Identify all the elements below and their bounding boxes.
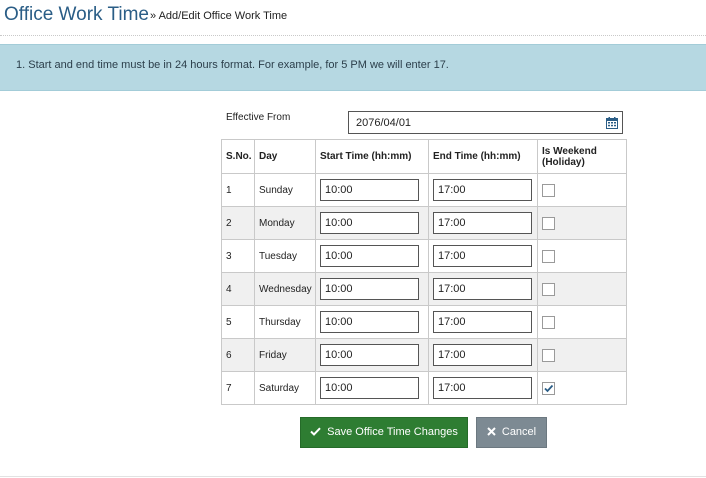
check-icon xyxy=(310,427,321,439)
row-sno: 7 xyxy=(221,371,255,405)
calendar-icon[interactable] xyxy=(606,116,618,129)
table-row: 6 Friday xyxy=(221,338,627,372)
info-alert: 1. Start and end time must be in 24 hour… xyxy=(0,44,706,91)
row-sno: 3 xyxy=(221,239,255,273)
end-time-input[interactable] xyxy=(433,311,532,333)
table-row: 2 Monday xyxy=(221,206,627,240)
end-time-input[interactable] xyxy=(433,278,532,300)
breadcrumb-subtitle: » Add/Edit Office Work Time xyxy=(150,10,288,22)
footer-divider xyxy=(0,476,706,477)
start-time-input[interactable] xyxy=(320,377,419,399)
effective-from-value: 2076/04/01 xyxy=(356,117,412,129)
weekend-checkbox[interactable] xyxy=(542,249,555,263)
table-row: 4 Wednesday xyxy=(221,272,627,306)
col-end-header: End Time (hh:mm) xyxy=(428,139,538,174)
effective-from-label: Effective From xyxy=(226,112,291,123)
row-day: Saturday xyxy=(254,371,316,405)
alert-text: 1. Start and end time must be in 24 hour… xyxy=(16,59,449,71)
end-time-input[interactable] xyxy=(433,212,532,234)
row-day: Wednesday xyxy=(254,272,316,306)
weekend-checkbox[interactable] xyxy=(542,282,555,296)
row-day: Friday xyxy=(254,338,316,372)
row-day: Monday xyxy=(254,206,316,240)
weekend-checkbox[interactable] xyxy=(542,348,555,362)
row-sno: 6 xyxy=(221,338,255,372)
start-time-input[interactable] xyxy=(320,278,419,300)
col-day-header: Day xyxy=(254,139,316,174)
header-divider xyxy=(0,35,706,36)
row-day: Thursday xyxy=(254,305,316,339)
times-icon xyxy=(487,426,496,439)
table-row: 1 Sunday xyxy=(221,173,627,207)
save-office-time-button[interactable]: Save Office Time Changes xyxy=(300,417,468,448)
work-time-table: S.No. Day Start Time (hh:mm) End Time (h… xyxy=(221,139,627,405)
start-time-input[interactable] xyxy=(320,212,419,234)
row-sno: 1 xyxy=(221,173,255,207)
start-time-input[interactable] xyxy=(320,179,419,201)
weekend-checkbox[interactable] xyxy=(542,315,555,329)
start-time-input[interactable] xyxy=(320,311,419,333)
weekend-checkbox[interactable] xyxy=(542,183,555,197)
table-header-row: S.No. Day Start Time (hh:mm) End Time (h… xyxy=(221,139,627,174)
col-weekend-header: Is Weekend (Holiday) xyxy=(537,139,627,174)
table-row: 3 Tuesday xyxy=(221,239,627,273)
weekend-checkbox[interactable] xyxy=(542,381,555,395)
cancel-button[interactable]: Cancel xyxy=(476,417,547,448)
start-time-input[interactable] xyxy=(320,245,419,267)
row-sno: 5 xyxy=(221,305,255,339)
row-sno: 4 xyxy=(221,272,255,306)
col-start-header: Start Time (hh:mm) xyxy=(315,139,429,174)
save-button-label: Save Office Time Changes xyxy=(327,426,458,439)
end-time-input[interactable] xyxy=(433,377,532,399)
row-day: Sunday xyxy=(254,173,316,207)
weekend-checkbox[interactable] xyxy=(542,216,555,230)
end-time-input[interactable] xyxy=(433,245,532,267)
col-sno-header: S.No. xyxy=(221,139,255,174)
end-time-input[interactable] xyxy=(433,344,532,366)
table-row: 7 Saturday xyxy=(221,371,627,405)
start-time-input[interactable] xyxy=(320,344,419,366)
end-time-input[interactable] xyxy=(433,179,532,201)
row-day: Tuesday xyxy=(254,239,316,273)
cancel-button-label: Cancel xyxy=(501,426,537,439)
table-row: 5 Thursday xyxy=(221,305,627,339)
effective-from-input[interactable]: 2076/04/01 xyxy=(348,111,623,134)
page-header: Office Work Time » Add/Edit Office Work … xyxy=(0,0,706,36)
row-sno: 2 xyxy=(221,206,255,240)
page-title: Office Work Time xyxy=(4,4,149,25)
